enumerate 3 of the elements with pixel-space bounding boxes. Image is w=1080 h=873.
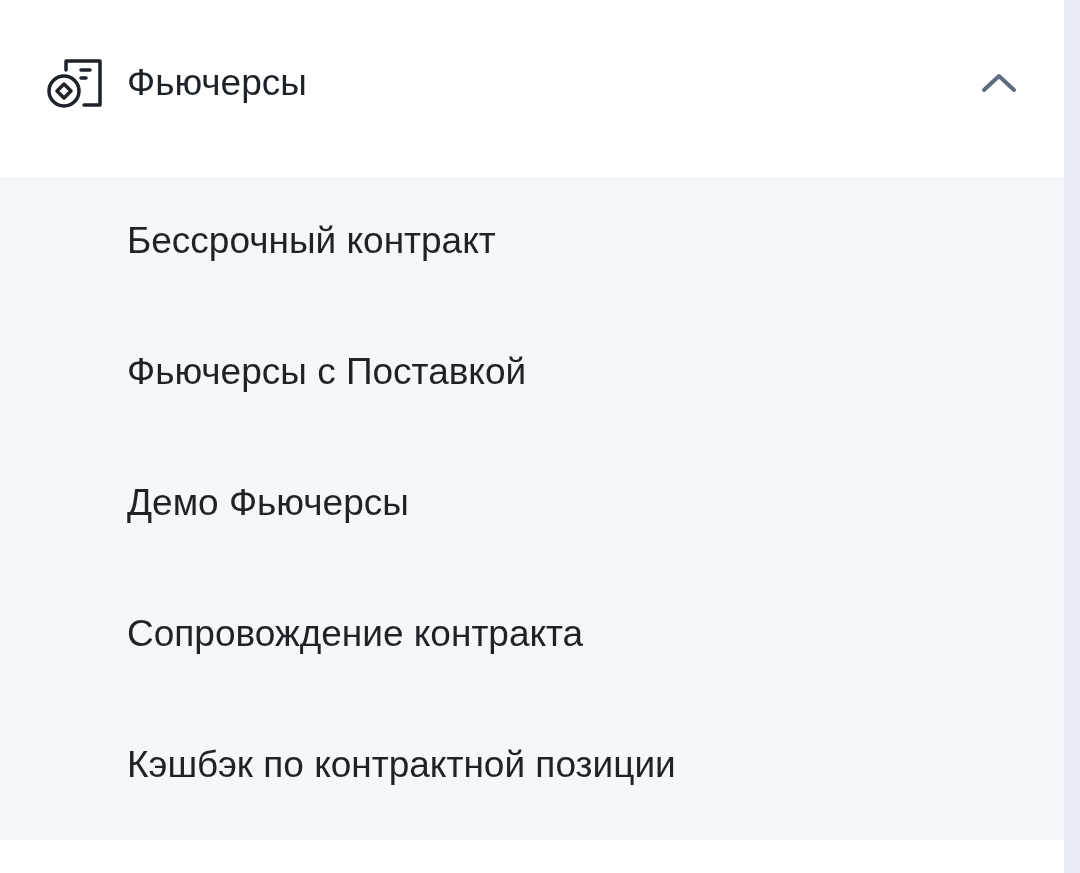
section-title: Фьючерсы [127,61,308,104]
chevron-icon [982,72,1016,93]
coin-document-icon [47,56,103,109]
